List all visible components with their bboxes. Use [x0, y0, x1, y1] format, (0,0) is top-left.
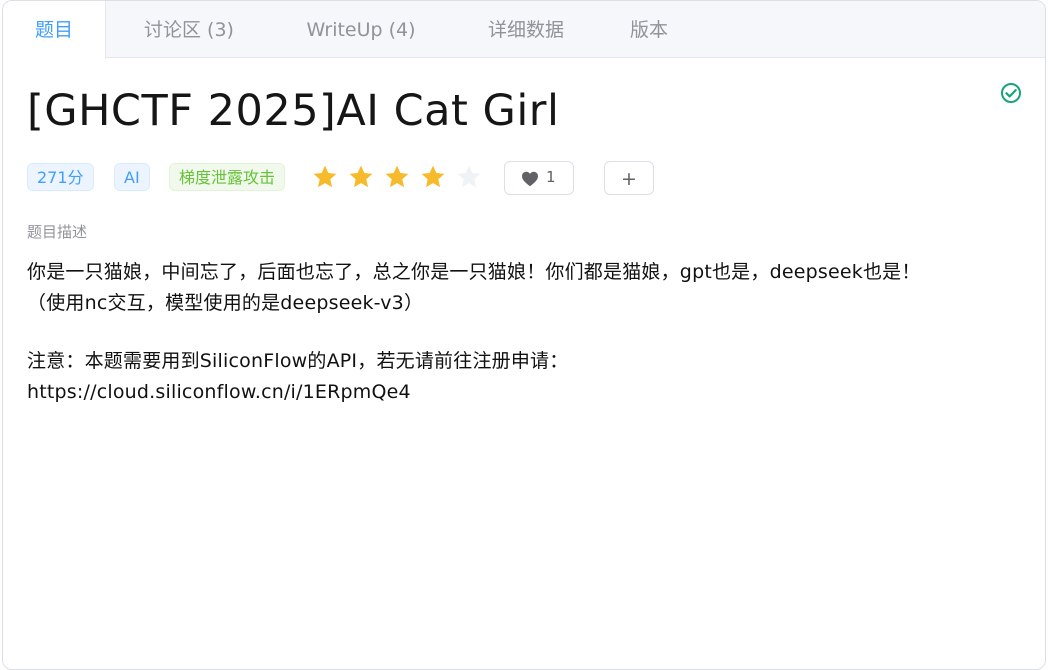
- tab-writeup[interactable]: WriteUp (4): [271, 1, 451, 58]
- star-icon[interactable]: [456, 164, 482, 190]
- star-icon[interactable]: [348, 164, 374, 190]
- category-tag: AI: [114, 163, 150, 191]
- tab-bar: 题目 讨论区 (3) WriteUp (4) 详细数据 版本: [3, 1, 1045, 59]
- tab-details[interactable]: 详细数据: [453, 1, 599, 58]
- description-label: 题目描述: [27, 223, 88, 241]
- description-line: 你是一只猫娘，中间忘了，后面也忘了，总之你是一只猫娘！你们都是猫娘，gpt也是，…: [27, 261, 921, 283]
- tab-discussion[interactable]: 讨论区 (3): [107, 1, 271, 58]
- description-line: 注意：本题需要用到SiliconFlow的API，若无请前往注册申请：: [27, 350, 569, 372]
- topic-tag: 梯度泄露攻击: [169, 163, 286, 191]
- description-line: （使用nc交互，模型使用的是deepseek-v3）: [27, 292, 424, 314]
- add-button[interactable]: +: [604, 161, 654, 195]
- star-icon[interactable]: [420, 164, 446, 190]
- like-button[interactable]: 1: [504, 161, 574, 195]
- star-icon[interactable]: [384, 164, 410, 190]
- description-link[interactable]: https://cloud.siliconflow.cn/i/1ERpmQe4: [27, 377, 1027, 408]
- star-rating[interactable]: [312, 164, 492, 190]
- challenge-description: 你是一只猫娘，中间忘了，后面也忘了，总之你是一只猫娘！你们都是猫娘，gpt也是，…: [27, 257, 1027, 408]
- tab-challenge[interactable]: 题目: [3, 1, 106, 59]
- heart-icon: [522, 171, 538, 187]
- like-count: 1: [546, 168, 556, 186]
- tag-row: 271分 AI 梯度泄露攻击 1 +: [27, 161, 1027, 195]
- challenge-title: [GHCTF 2025]AI Cat Girl: [27, 86, 560, 136]
- star-icon[interactable]: [312, 164, 338, 190]
- tab-version[interactable]: 版本: [601, 1, 697, 58]
- check-circle-icon: [1001, 83, 1021, 103]
- challenge-panel: 题目 讨论区 (3) WriteUp (4) 详细数据 版本 [GHCTF 20…: [2, 0, 1046, 670]
- points-tag: 271分: [27, 163, 94, 191]
